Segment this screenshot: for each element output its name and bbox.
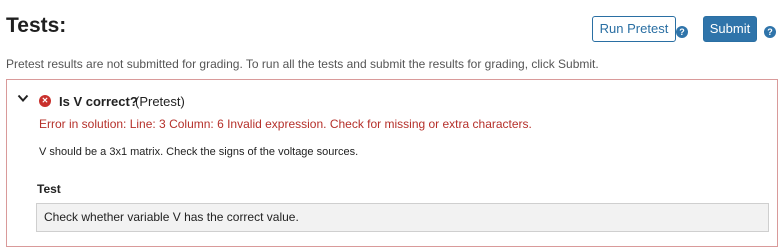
test-description: Check whether variable V has the correct…	[36, 203, 769, 232]
tests-header: Tests: Run Pretest ? Submit ?	[6, 14, 778, 44]
info-text: Pretest results are not submitted for gr…	[6, 57, 599, 71]
error-message: Error in solution: Line: 3 Column: 6 Inv…	[39, 117, 532, 131]
run-pretest-button[interactable]: Run Pretest	[592, 16, 676, 42]
submit-button[interactable]: Submit	[703, 16, 757, 42]
run-pretest-help[interactable]: ?	[676, 22, 688, 40]
test-name[interactable]: Is V correct?	[59, 94, 138, 109]
page-title: Tests:	[6, 14, 67, 37]
chevron-down-icon[interactable]	[17, 92, 29, 104]
submit-help[interactable]: ?	[764, 22, 776, 40]
help-icon[interactable]: ?	[676, 26, 688, 38]
test-label: Test	[37, 182, 61, 196]
hint-text: V should be a 3x1 matrix. Check the sign…	[39, 146, 359, 158]
error-x-icon: ✕	[39, 95, 51, 107]
test-result-panel: ✕ Is V correct? (Pretest) Error in solut…	[6, 79, 778, 247]
help-icon[interactable]: ?	[764, 26, 776, 38]
pretest-tag: (Pretest)	[135, 94, 185, 109]
